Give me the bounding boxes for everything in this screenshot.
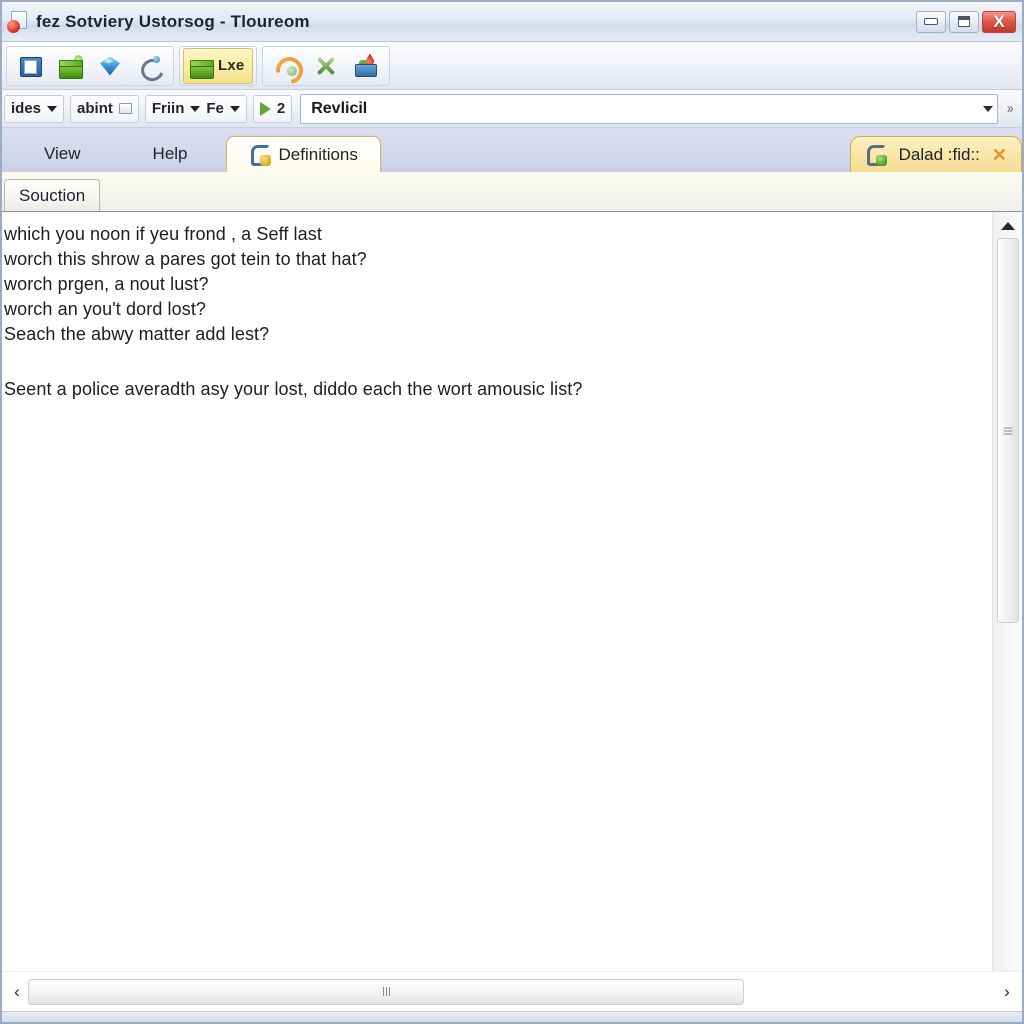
abint-button[interactable]: abint xyxy=(70,94,139,123)
green-box-tool-button[interactable] xyxy=(50,48,90,84)
document-line: which you noon if yeu frond , a Seff las… xyxy=(4,224,322,244)
minimize-icon xyxy=(924,18,938,25)
scroll-right-button[interactable]: › xyxy=(996,978,1018,1006)
lxe-button[interactable]: Lxe xyxy=(183,47,254,84)
double-chevron-icon: » xyxy=(1006,100,1014,117)
abint-label: abint xyxy=(77,100,113,117)
chevron-down-icon xyxy=(47,105,58,112)
minimize-button[interactable] xyxy=(916,10,946,33)
scroll-grip-icon xyxy=(382,987,390,996)
green-package-icon xyxy=(188,53,214,79)
horizontal-scroll-track[interactable] xyxy=(28,978,996,1005)
tab-help[interactable]: Help xyxy=(131,136,210,172)
address-input[interactable] xyxy=(311,99,977,118)
fe-dropdown-label: Fe xyxy=(206,100,224,117)
paint-plant-button[interactable] xyxy=(346,48,386,84)
document-blank-line xyxy=(2,347,992,377)
scroll-left-button[interactable]: ‹ xyxy=(6,978,28,1006)
tab-bar: View Help Definitions Dalad :fid:: ✕ xyxy=(2,128,1022,172)
status-bar xyxy=(2,1011,1022,1022)
address-bar[interactable] xyxy=(300,93,998,124)
horizontal-scrollbar[interactable]: ‹ › xyxy=(2,971,1022,1011)
tab-help-label: Help xyxy=(152,144,188,163)
tab-dalad[interactable]: Dalad :fid:: ✕ xyxy=(849,136,1022,172)
swirl-icon xyxy=(137,53,168,85)
maximize-button[interactable] xyxy=(949,10,979,33)
document-line: Seach the abwy matter add lest? xyxy=(4,324,270,344)
close-icon: X xyxy=(993,12,1005,31)
maximize-icon xyxy=(958,16,970,27)
toolbar-overflow-button[interactable]: » xyxy=(1000,100,1020,117)
address-chevron-down-icon[interactable] xyxy=(983,105,993,112)
tools-button[interactable] xyxy=(306,48,346,84)
toolbar-group-highlight: Lxe xyxy=(179,45,258,86)
close-button[interactable]: X xyxy=(982,10,1016,33)
chevron-up-icon xyxy=(1000,222,1015,230)
diamond-tool-button[interactable] xyxy=(90,48,130,84)
close-icon[interactable]: ✕ xyxy=(992,146,1007,164)
toolbar-group-left xyxy=(6,45,174,86)
orange-loop-tool-button[interactable] xyxy=(266,48,309,89)
window-title: fez Sotviery Ustorsog - Tloureom xyxy=(36,11,310,31)
document-line: worch prgen, a nout lust? xyxy=(4,274,209,294)
document-pane[interactable]: which you noon if yeu frond , a Seff las… xyxy=(2,212,992,971)
vertical-scroll-thumb[interactable] xyxy=(996,238,1019,624)
green-box-icon xyxy=(57,53,83,79)
horizontal-scroll-thumb[interactable] xyxy=(28,978,745,1005)
vertical-scroll-track[interactable] xyxy=(996,238,1019,965)
toolbar-group-right xyxy=(262,45,391,89)
swirl-tool-button[interactable] xyxy=(130,48,170,85)
go-counter-button[interactable]: 2 xyxy=(252,94,293,123)
application-window: fez Sotviery Ustorsog - Tloureom X Lxe i… xyxy=(0,0,1024,1024)
frin-fe-dropdown-group[interactable]: Friin Fe xyxy=(144,94,247,123)
lxe-button-label: Lxe xyxy=(218,57,245,74)
chevron-left-icon: ‹ xyxy=(14,981,20,1001)
chevron-right-icon: › xyxy=(1004,981,1010,1001)
subtab-souction-label: Souction xyxy=(19,185,86,205)
window-icon xyxy=(17,53,43,79)
content-area: which you noon if yeu frond , a Seff las… xyxy=(2,212,1022,971)
primary-toolbar: Lxe xyxy=(2,42,1022,90)
tab-view[interactable]: View xyxy=(22,136,103,172)
chevron-down-icon xyxy=(190,105,201,112)
vertical-scrollbar[interactable] xyxy=(992,212,1022,971)
subtab-souction[interactable]: Souction xyxy=(4,179,101,211)
chevron-down-icon xyxy=(229,105,240,112)
scroll-up-button[interactable] xyxy=(997,216,1019,236)
tab-dalad-label: Dalad :fid:: xyxy=(898,144,980,164)
paint-plant-icon xyxy=(353,53,379,79)
tab-definitions[interactable]: Definitions xyxy=(225,136,381,172)
orange-loop-icon xyxy=(271,51,309,89)
secondary-toolbar: ides abint Friin Fe 2 » xyxy=(2,90,1022,128)
dalad-tab-icon xyxy=(865,144,887,166)
document-paragraph: Seent a police averadth asy your lost, d… xyxy=(4,379,583,399)
window-controls: X xyxy=(916,10,1020,33)
ides-dropdown-label: ides xyxy=(11,100,42,117)
document-line: worch an you't dord lost? xyxy=(4,299,207,319)
app-icon xyxy=(6,10,30,34)
sub-tab-bar: Souction xyxy=(2,172,1022,212)
blue-diamond-icon xyxy=(97,53,123,79)
title-bar: fez Sotviery Ustorsog - Tloureom X xyxy=(2,2,1022,42)
definitions-tab-icon xyxy=(249,144,271,166)
document-line: worch this shrow a pares got tein to tha… xyxy=(4,249,367,269)
frin-dropdown-label: Friin xyxy=(151,100,185,117)
tab-view-label: View xyxy=(44,144,81,163)
green-cross-tools-icon xyxy=(313,53,339,79)
go-counter-label: 2 xyxy=(276,100,286,117)
scroll-grip-icon xyxy=(1003,427,1012,435)
ides-dropdown[interactable]: ides xyxy=(4,94,65,123)
go-arrow-icon xyxy=(259,101,271,116)
window-tool-button[interactable] xyxy=(10,48,50,84)
small-square-icon xyxy=(118,103,132,114)
tab-definitions-label: Definitions xyxy=(278,144,358,164)
